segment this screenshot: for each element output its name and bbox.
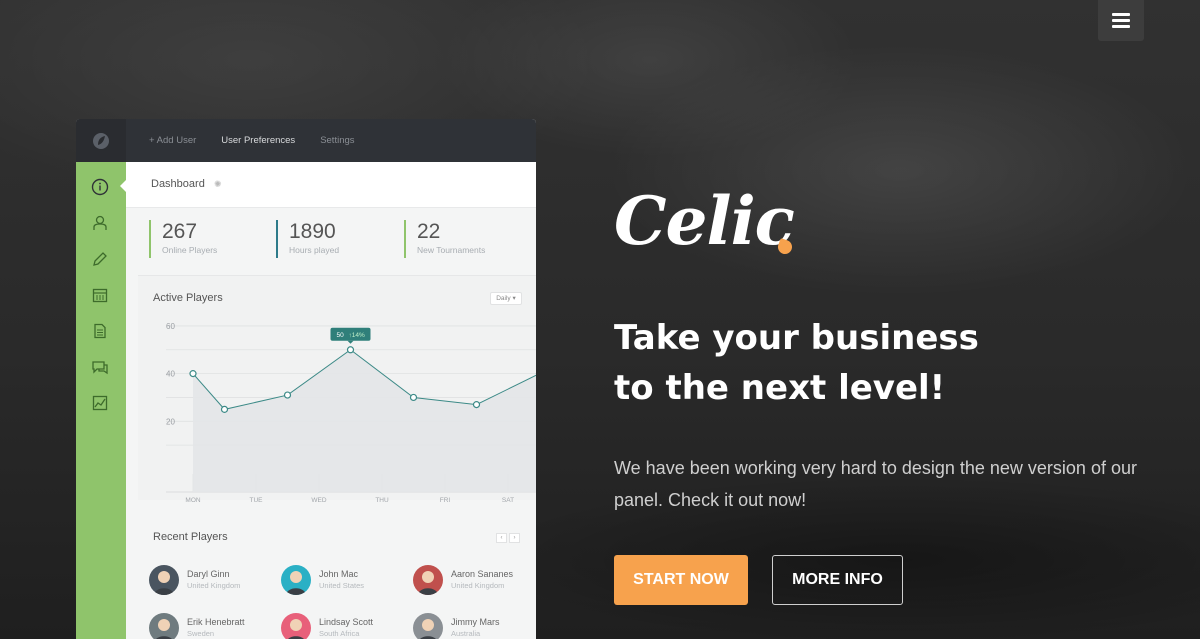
stat-value: 267 — [162, 220, 198, 243]
data-point — [189, 370, 197, 378]
player-name: Jimmy Mars — [451, 617, 500, 627]
leaf-logo-icon — [93, 132, 109, 149]
x-tick-label: WED — [311, 497, 326, 504]
chat-icon[interactable] — [90, 357, 110, 377]
brand-logo: Celic — [614, 182, 795, 260]
user-icon[interactable] — [90, 213, 110, 233]
stat-label: Hours played — [289, 245, 340, 255]
player-name: John Mac — [319, 569, 359, 579]
player-country: Australia — [451, 629, 481, 638]
more-info-button[interactable]: MORE INFO — [772, 555, 903, 605]
data-point — [409, 393, 418, 402]
calendar-icon[interactable] — [90, 285, 110, 305]
dashboard-preview: + Add User User Preferences Settings Das… — [76, 119, 536, 639]
stat-new-tournaments: 22 New Tournaments — [404, 220, 485, 258]
x-tick-label: SAT — [502, 497, 514, 504]
y-tick-label: 40 — [166, 370, 175, 379]
dashboard-logo[interactable] — [76, 119, 126, 162]
data-point — [283, 391, 292, 399]
hamburger-line — [1112, 19, 1130, 22]
player-country: United Kingdom — [451, 581, 505, 590]
stat-hours-played: 1890 Hours played — [276, 220, 339, 258]
x-tick-label: MON — [185, 497, 200, 504]
pager-next-button[interactable]: › — [509, 533, 520, 543]
chart-filter-label: Daily — [496, 295, 511, 302]
player-item[interactable]: Jimmy Mars Australia — [413, 613, 500, 639]
headline-line-1: Take your business — [614, 318, 979, 358]
hero-headline: Take your business to the next level! — [614, 313, 1034, 413]
avatar — [149, 565, 179, 595]
player-item[interactable]: Lindsay Scott South Africa — [281, 613, 373, 639]
gear-icon[interactable]: ✺ — [214, 179, 222, 190]
player-name: Lindsay Scott — [319, 617, 374, 627]
hamburger-menu-button[interactable] — [1098, 0, 1144, 41]
player-item[interactable]: Daryl Ginn United Kingdom — [149, 565, 240, 595]
player-name: Erik Henebratt — [187, 617, 245, 627]
avatar — [149, 613, 179, 639]
x-tick-label: THU — [375, 497, 389, 504]
start-now-button[interactable]: START NOW — [614, 555, 748, 605]
chart-icon[interactable] — [90, 393, 110, 413]
avatar — [281, 565, 311, 595]
headline-line-2: to the next level! — [614, 368, 946, 408]
document-icon[interactable] — [90, 321, 110, 341]
player-item[interactable]: Aaron Sananes United Kingdom — [413, 565, 513, 595]
dashboard-sidebar — [76, 162, 126, 639]
chart-title: Active Players — [153, 292, 223, 304]
pager-prev-button[interactable]: ‹ — [496, 533, 507, 543]
series-area — [193, 349, 536, 492]
y-tick-label: 20 — [166, 417, 175, 426]
chart-tooltip-arrow — [347, 340, 354, 344]
chart-tooltip-value: 50 — [337, 332, 345, 339]
player-country: United States — [319, 581, 365, 590]
stat-label: New Tournaments — [417, 245, 486, 255]
topnav-user-preferences[interactable]: User Preferences — [221, 135, 295, 146]
y-tick-label: 60 — [166, 322, 175, 331]
player-item[interactable]: Erik Henebratt Sweden — [149, 613, 245, 639]
topnav-settings[interactable]: Settings — [320, 135, 354, 146]
data-point — [220, 405, 229, 413]
stat-value: 1890 — [289, 220, 336, 243]
stat-label: Online Players — [162, 245, 218, 255]
hamburger-line — [1112, 25, 1130, 28]
player-name: Aaron Sananes — [451, 569, 514, 579]
active-players-chart: 204060MONTUEWEDTHUFRISATSUN50↑14% — [166, 322, 536, 504]
data-point — [346, 346, 355, 354]
topnav-add-user[interactable]: + Add User — [149, 135, 196, 146]
pencil-icon[interactable] — [90, 249, 110, 269]
dashboard-title: Dashboard — [151, 178, 205, 190]
info-icon[interactable] — [90, 177, 110, 197]
player-name: Daryl Ginn — [187, 569, 230, 579]
avatar — [413, 565, 443, 595]
player-country: South Africa — [319, 629, 360, 638]
dashboard-topnav: + Add User User Preferences Settings — [149, 119, 355, 162]
chart-filter-select[interactable]: Daily ▾ — [490, 292, 522, 305]
data-point — [472, 401, 481, 409]
recent-players-pager: ‹ › — [496, 533, 520, 543]
player-country: Sweden — [187, 629, 215, 638]
chart-tooltip-change: ↑14% — [349, 332, 365, 339]
dashboard-header: Dashboard ✺ — [126, 162, 536, 208]
avatar — [281, 613, 311, 639]
stat-value: 22 — [417, 220, 441, 243]
x-tick-label: TUE — [250, 497, 264, 504]
player-country: United Kingdom — [187, 581, 241, 590]
avatar — [413, 613, 443, 639]
hamburger-menu-icon — [1112, 13, 1130, 16]
stat-online-players: 267 Online Players — [149, 220, 217, 258]
recent-players-title: Recent Players — [153, 531, 228, 543]
player-item[interactable]: John Mac United States — [281, 565, 364, 595]
hero-subtext: We have been working very hard to design… — [614, 458, 1137, 510]
x-tick-label: FRI — [440, 497, 451, 504]
